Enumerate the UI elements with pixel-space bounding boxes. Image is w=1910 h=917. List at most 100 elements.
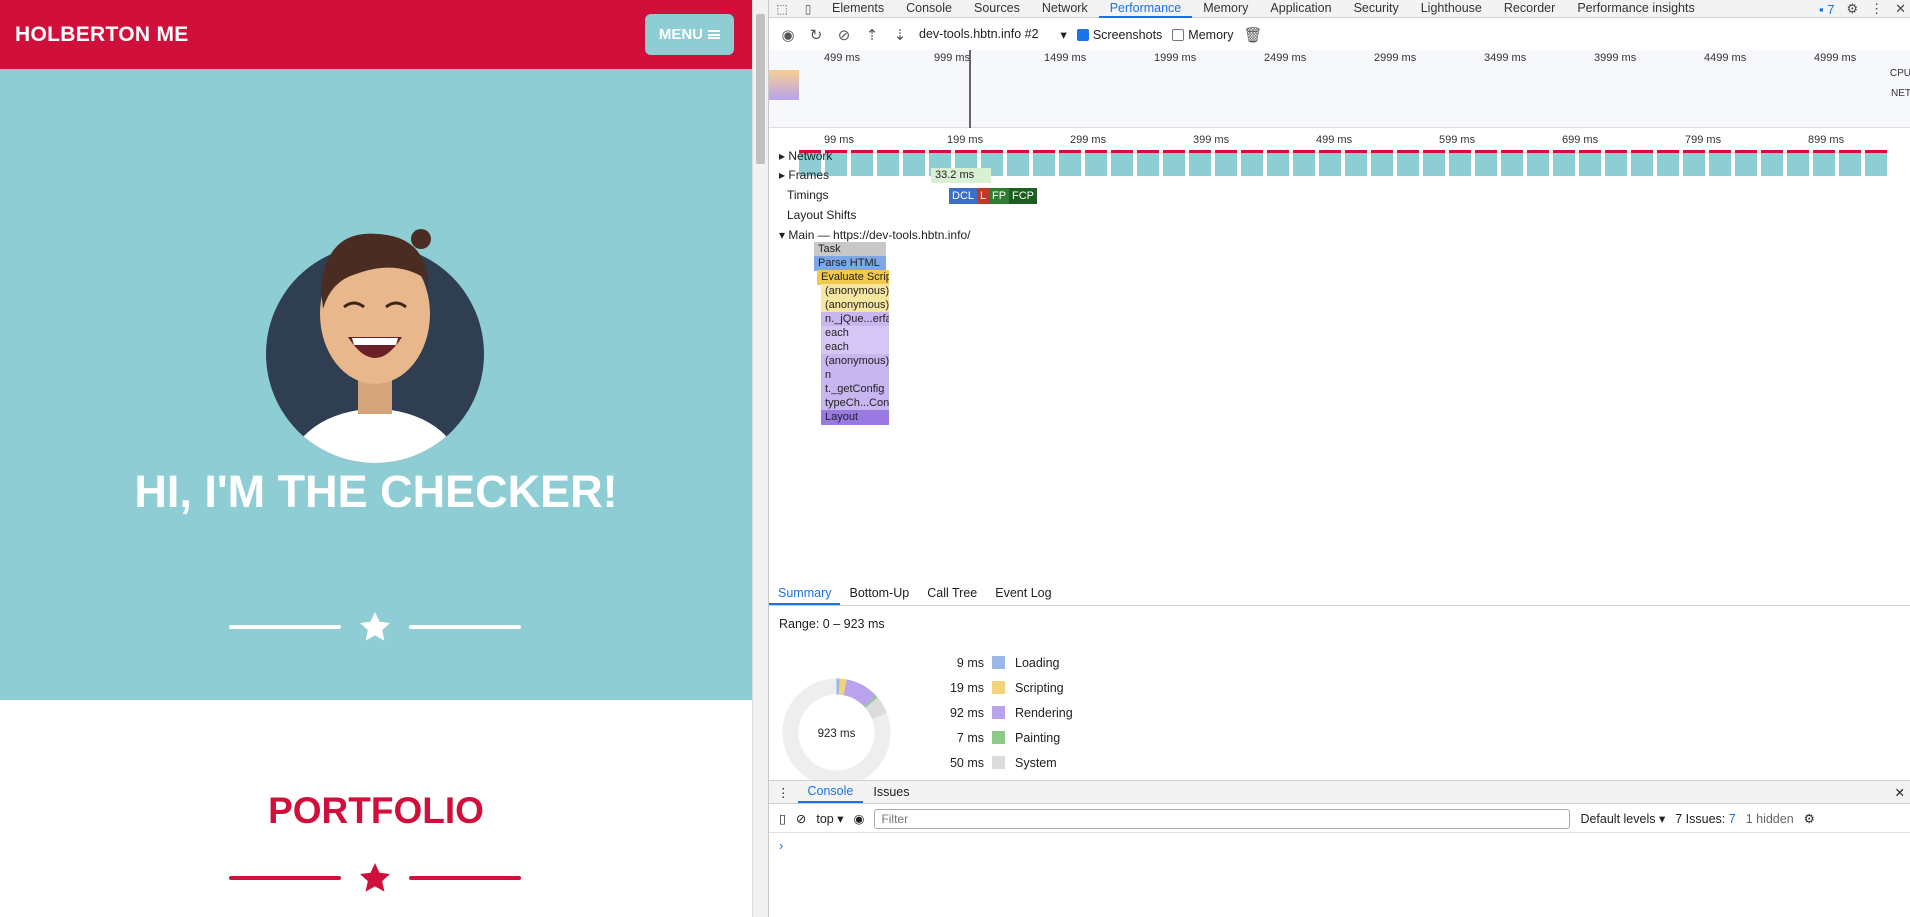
flame-entry[interactable]: Parse HTML	[814, 256, 886, 271]
details-tab-call-tree[interactable]: Call Tree	[918, 580, 986, 605]
tab-recorder[interactable]: Recorder	[1493, 0, 1566, 18]
details-tab-bottom-up[interactable]: Bottom-Up	[840, 580, 918, 605]
legend-row: 50 ms System	[929, 750, 1073, 775]
console-settings-icon[interactable]: ⚙	[1804, 811, 1815, 826]
flame-entry[interactable]: each	[821, 326, 889, 341]
portfolio-divider	[229, 860, 521, 896]
donut-slice	[864, 695, 878, 708]
timing-marker[interactable]: L	[977, 188, 990, 204]
drawer-menu-icon[interactable]: ⋮	[769, 785, 798, 800]
flame-entry[interactable]: n._jQue...erface	[821, 312, 889, 327]
flame-entry[interactable]: each	[821, 340, 889, 355]
log-levels-select[interactable]: Default levels ▾	[1580, 811, 1665, 826]
divider-line	[229, 876, 341, 880]
menu-button[interactable]: MENU	[644, 14, 734, 55]
tab-elements[interactable]: Elements	[821, 0, 895, 18]
legend-row: 7 ms Painting	[929, 725, 1073, 750]
context-select[interactable]: top ▾	[816, 811, 843, 826]
summary-donut: 923 ms	[782, 678, 891, 787]
flame-entry[interactable]: Layout	[821, 410, 889, 425]
brand-logo[interactable]: HOLBERTON ME	[15, 23, 189, 47]
divider-line	[229, 625, 341, 629]
main-ruler: 99 ms 199 ms 299 ms 399 ms 499 ms 599 ms 699 m…	[769, 132, 1910, 148]
target-label: dev-tools.hbtn.info #2	[919, 27, 1039, 41]
target-select[interactable]: dev-tools.hbtn.info #2 ▾	[919, 27, 1067, 42]
drawer-tab-console[interactable]: Console	[797, 781, 864, 803]
issues-counter[interactable]: 7 Issues: 7	[1675, 812, 1735, 826]
ruler-tick: 3499 ms	[1484, 52, 1527, 64]
checkbox-unchecked[interactable]	[1172, 28, 1185, 41]
scrollbar-thumb[interactable]	[756, 14, 765, 164]
flame-entry[interactable]: (anonymous)	[821, 284, 889, 299]
memory-checkbox[interactable]: Memory	[1172, 28, 1233, 42]
settings-icon[interactable]: ⚙	[1846, 1, 1858, 17]
tab-memory[interactable]: Memory	[1192, 0, 1259, 18]
ruler-tick: 999 ms	[934, 52, 971, 64]
tab-network[interactable]: Network	[1031, 0, 1099, 18]
divider-line	[409, 876, 521, 880]
ruler-tick: 499 ms	[1316, 134, 1353, 146]
device-toggle-icon[interactable]: ▯	[795, 2, 821, 16]
tab-performance-insights[interactable]: Performance insights	[1566, 0, 1705, 18]
download-icon[interactable]: ⇣	[891, 26, 909, 44]
range-handle[interactable]	[969, 50, 971, 128]
console-filter-input[interactable]	[874, 808, 1571, 829]
star-icon	[360, 612, 390, 641]
record-icon[interactable]: ◉	[779, 26, 797, 44]
drawer-tab-issues[interactable]: Issues	[863, 782, 919, 802]
performance-toolbar: ◉ ↻ ⊘ ⇡ ⇣ dev-tools.hbtn.info #2 ▾ Screen…	[769, 18, 1910, 52]
screenshots-checkbox[interactable]: Screenshots	[1076, 28, 1162, 42]
details-tab-summary[interactable]: Summary	[769, 580, 841, 605]
clear-icon[interactable]: ⊘	[835, 26, 853, 44]
ruler-tick: 399 ms	[1193, 134, 1230, 146]
drawer-close-icon[interactable]: ✕	[1895, 785, 1905, 800]
timing-marker[interactable]: FP	[989, 188, 1010, 204]
avatar	[266, 229, 484, 463]
layout-shifts-track[interactable]: Layout Shifts	[769, 205, 856, 225]
flame-entry[interactable]: Task	[814, 242, 886, 257]
flame-chart-area[interactable]: 99 ms 199 ms 299 ms 399 ms 499 ms 599 ms 699 m…	[769, 130, 1910, 580]
eye-icon[interactable]: ◉	[854, 811, 865, 826]
flame-entry[interactable]: (anonymous)	[821, 298, 889, 313]
flame-entry[interactable]: Evaluate Script	[817, 270, 889, 285]
legend-row: 19 ms Scripting	[929, 675, 1073, 700]
tab-security[interactable]: Security	[1343, 0, 1410, 18]
donut-total: 923 ms	[818, 728, 856, 740]
legend-swatch	[992, 706, 1005, 719]
timing-marker[interactable]: DCL	[949, 188, 978, 204]
flame-entry[interactable]: (anonymous)	[821, 354, 889, 369]
star-icon	[360, 863, 390, 892]
flame-entry[interactable]: typeCh...Config	[821, 396, 889, 411]
frame-bar[interactable]: 33.2 ms	[931, 168, 991, 183]
timeline-overview[interactable]: 499 ms 999 ms 1499 ms 1999 ms 2499 ms 2999 ms…	[769, 50, 1910, 176]
console-prompt[interactable]: ›	[779, 838, 783, 853]
more-icon[interactable]: ⋮	[1870, 1, 1883, 17]
network-track[interactable]: ▸ Network	[769, 146, 832, 166]
issues-badge[interactable]: ▪ 7	[1819, 2, 1834, 17]
clear-console-icon[interactable]: ⊘	[796, 811, 806, 826]
timings-track[interactable]: Timings	[769, 185, 829, 205]
details-tab-event-log[interactable]: Event Log	[986, 580, 1060, 605]
frames-track[interactable]: ▸ Frames	[769, 165, 829, 185]
tab-performance[interactable]: Performance	[1098, 0, 1193, 18]
tab-application[interactable]: Application	[1259, 0, 1342, 18]
tab-console[interactable]: Console	[895, 0, 963, 18]
tab-lighthouse[interactable]: Lighthouse	[1410, 0, 1493, 18]
legend-label: Scripting	[1015, 680, 1064, 695]
legend-swatch	[992, 756, 1005, 769]
upload-icon[interactable]: ⇡	[863, 26, 881, 44]
timing-marker[interactable]: FCP	[1009, 188, 1037, 204]
drawer-tabbar: ⋮ Console Issues ✕	[769, 780, 1910, 804]
close-icon[interactable]: ✕	[1895, 1, 1906, 17]
sidebar-toggle-icon[interactable]: ▯	[779, 811, 786, 826]
inspect-icon[interactable]: ⬚	[769, 2, 795, 16]
range-label: Range: 0 – 923 ms	[779, 617, 885, 631]
tab-sources[interactable]: Sources	[963, 0, 1031, 18]
ruler-tick: 4499 ms	[1704, 52, 1747, 64]
reload-record-icon[interactable]: ↻	[807, 26, 825, 44]
checkbox-checked[interactable]	[1076, 28, 1089, 41]
flame-entry[interactable]: n	[821, 368, 889, 383]
trash-icon[interactable]: 🗑	[1243, 26, 1262, 44]
flame-entry[interactable]: t._getConfig	[821, 382, 889, 397]
page-scrollbar[interactable]	[752, 0, 768, 917]
